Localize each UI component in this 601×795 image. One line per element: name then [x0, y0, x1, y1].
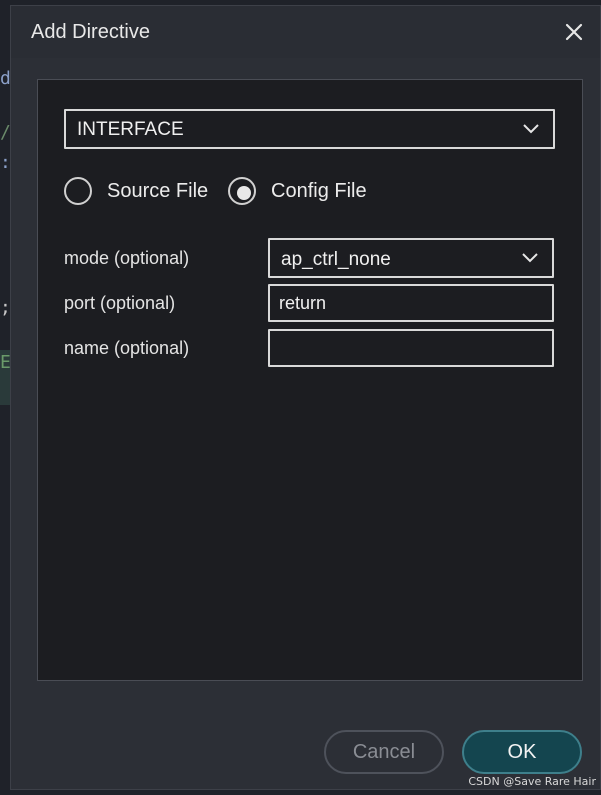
mode-select[interactable]: ap_ctrl_none	[268, 238, 554, 278]
config-file-radio[interactable]: Config File	[228, 177, 378, 207]
ok-button[interactable]: OK	[462, 730, 582, 774]
source-file-label: Source File	[107, 180, 209, 202]
directive-panel: INTERFACE Source File Config File mode (…	[37, 79, 583, 681]
close-button[interactable]	[562, 20, 586, 44]
chevron-down-icon	[523, 124, 539, 134]
radio-circle-selected	[228, 177, 256, 205]
port-label: port (optional)	[64, 293, 176, 313]
cancel-button[interactable]: Cancel	[324, 730, 444, 774]
name-label: name (optional)	[64, 338, 190, 358]
mode-label: mode (optional)	[64, 248, 190, 268]
config-file-label: Config File	[271, 180, 367, 202]
dialog-title: Add Directive	[31, 21, 150, 43]
radio-dot	[237, 186, 251, 200]
directive-type-select[interactable]: INTERFACE	[64, 109, 555, 149]
source-file-radio[interactable]: Source File	[64, 177, 214, 207]
chevron-down-icon	[522, 253, 538, 263]
port-input[interactable]	[268, 284, 554, 322]
dialog-title-bar: Add Directive	[11, 6, 600, 58]
mode-value: ap_ctrl_none	[281, 249, 391, 270]
radio-circle	[64, 177, 92, 205]
directive-type-value: INTERFACE	[77, 119, 184, 140]
name-input[interactable]	[268, 329, 554, 367]
add-directive-dialog: Add Directive INTERFACE Source File Conf	[10, 5, 601, 790]
close-icon	[565, 23, 583, 41]
watermark: CSDN @Save Rare Hair	[468, 775, 596, 788]
